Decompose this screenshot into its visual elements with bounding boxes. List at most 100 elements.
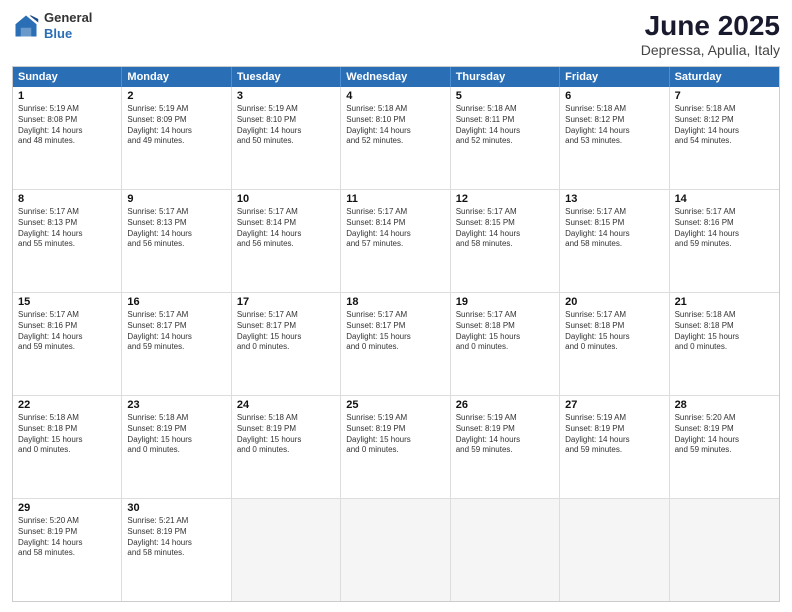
day-number: 30 xyxy=(127,502,225,514)
header-sunday: Sunday xyxy=(13,67,122,87)
day-cell-2: 2Sunrise: 5:19 AMSunset: 8:09 PMDaylight… xyxy=(122,87,231,189)
header-thursday: Thursday xyxy=(451,67,560,87)
cell-line: Sunset: 8:14 PM xyxy=(346,218,444,229)
cell-line: Sunrise: 5:18 AM xyxy=(675,310,774,321)
cell-line: and 58 minutes. xyxy=(18,548,116,559)
cell-line: Sunrise: 5:19 AM xyxy=(346,413,444,424)
day-cell-18: 18Sunrise: 5:17 AMSunset: 8:17 PMDayligh… xyxy=(341,293,450,395)
cell-line: Sunrise: 5:18 AM xyxy=(565,104,663,115)
cell-line: Daylight: 14 hours xyxy=(456,435,554,446)
cell-line: Sunrise: 5:18 AM xyxy=(18,413,116,424)
header: General Blue June 2025 Depressa, Apulia,… xyxy=(12,10,780,58)
day-number: 23 xyxy=(127,399,225,411)
day-cell-12: 12Sunrise: 5:17 AMSunset: 8:15 PMDayligh… xyxy=(451,190,560,292)
day-number: 18 xyxy=(346,296,444,308)
cell-line: and 0 minutes. xyxy=(565,342,663,353)
cell-line: Sunrise: 5:18 AM xyxy=(127,413,225,424)
week-row-4: 22Sunrise: 5:18 AMSunset: 8:18 PMDayligh… xyxy=(13,396,779,499)
cell-line: Daylight: 15 hours xyxy=(18,435,116,446)
day-cell-24: 24Sunrise: 5:18 AMSunset: 8:19 PMDayligh… xyxy=(232,396,341,498)
day-number: 20 xyxy=(565,296,663,308)
day-cell-13: 13Sunrise: 5:17 AMSunset: 8:15 PMDayligh… xyxy=(560,190,669,292)
cell-line: Sunset: 8:14 PM xyxy=(237,218,335,229)
logo-text: General Blue xyxy=(44,10,92,41)
day-number: 28 xyxy=(675,399,774,411)
cell-line: and 56 minutes. xyxy=(127,239,225,250)
cell-line: Sunrise: 5:17 AM xyxy=(346,207,444,218)
cell-line: Daylight: 14 hours xyxy=(346,126,444,137)
calendar-body: 1Sunrise: 5:19 AMSunset: 8:08 PMDaylight… xyxy=(13,87,779,601)
cell-line: and 59 minutes. xyxy=(456,445,554,456)
cell-line: Sunset: 8:16 PM xyxy=(18,321,116,332)
cell-line: and 52 minutes. xyxy=(346,136,444,147)
cell-line: Sunrise: 5:21 AM xyxy=(127,516,225,527)
cell-line: Sunrise: 5:17 AM xyxy=(346,310,444,321)
header-saturday: Saturday xyxy=(670,67,779,87)
day-cell-20: 20Sunrise: 5:17 AMSunset: 8:18 PMDayligh… xyxy=(560,293,669,395)
cell-line: Daylight: 14 hours xyxy=(18,229,116,240)
day-cell-8: 8Sunrise: 5:17 AMSunset: 8:13 PMDaylight… xyxy=(13,190,122,292)
header-friday: Friday xyxy=(560,67,669,87)
cell-line: Sunrise: 5:17 AM xyxy=(127,207,225,218)
day-cell-21: 21Sunrise: 5:18 AMSunset: 8:18 PMDayligh… xyxy=(670,293,779,395)
day-number: 29 xyxy=(18,502,116,514)
day-cell-27: 27Sunrise: 5:19 AMSunset: 8:19 PMDayligh… xyxy=(560,396,669,498)
day-number: 9 xyxy=(127,193,225,205)
day-cell-29: 29Sunrise: 5:20 AMSunset: 8:19 PMDayligh… xyxy=(13,499,122,601)
cell-line: Sunrise: 5:17 AM xyxy=(237,310,335,321)
cell-line: and 59 minutes. xyxy=(675,239,774,250)
cell-line: Sunrise: 5:17 AM xyxy=(675,207,774,218)
day-number: 16 xyxy=(127,296,225,308)
cell-line: Daylight: 14 hours xyxy=(237,126,335,137)
day-number: 26 xyxy=(456,399,554,411)
day-number: 7 xyxy=(675,90,774,102)
cell-line: Sunset: 8:13 PM xyxy=(127,218,225,229)
cell-line: and 0 minutes. xyxy=(675,342,774,353)
cell-line: Daylight: 14 hours xyxy=(127,538,225,549)
cell-line: Sunset: 8:19 PM xyxy=(346,424,444,435)
logo-icon xyxy=(12,12,40,40)
cell-line: and 55 minutes. xyxy=(18,239,116,250)
empty-cell xyxy=(341,499,450,601)
day-cell-5: 5Sunrise: 5:18 AMSunset: 8:11 PMDaylight… xyxy=(451,87,560,189)
calendar: Sunday Monday Tuesday Wednesday Thursday… xyxy=(12,66,780,602)
day-cell-23: 23Sunrise: 5:18 AMSunset: 8:19 PMDayligh… xyxy=(122,396,231,498)
cell-line: Sunset: 8:15 PM xyxy=(456,218,554,229)
cell-line: Sunset: 8:19 PM xyxy=(565,424,663,435)
day-number: 14 xyxy=(675,193,774,205)
day-cell-22: 22Sunrise: 5:18 AMSunset: 8:18 PMDayligh… xyxy=(13,396,122,498)
day-number: 24 xyxy=(237,399,335,411)
day-number: 8 xyxy=(18,193,116,205)
day-number: 11 xyxy=(346,193,444,205)
cell-line: Daylight: 15 hours xyxy=(237,435,335,446)
day-cell-16: 16Sunrise: 5:17 AMSunset: 8:17 PMDayligh… xyxy=(122,293,231,395)
empty-cell xyxy=(670,499,779,601)
empty-cell xyxy=(451,499,560,601)
day-cell-9: 9Sunrise: 5:17 AMSunset: 8:13 PMDaylight… xyxy=(122,190,231,292)
day-cell-25: 25Sunrise: 5:19 AMSunset: 8:19 PMDayligh… xyxy=(341,396,450,498)
cell-line: Sunset: 8:18 PM xyxy=(675,321,774,332)
cell-line: Sunrise: 5:17 AM xyxy=(18,207,116,218)
day-cell-7: 7Sunrise: 5:18 AMSunset: 8:12 PMDaylight… xyxy=(670,87,779,189)
cell-line: Daylight: 14 hours xyxy=(346,229,444,240)
cell-line: Sunrise: 5:19 AM xyxy=(127,104,225,115)
calendar-title: June 2025 xyxy=(641,10,780,42)
header-monday: Monday xyxy=(122,67,231,87)
cell-line: Sunrise: 5:17 AM xyxy=(456,207,554,218)
cell-line: Daylight: 14 hours xyxy=(127,332,225,343)
cell-line: Daylight: 14 hours xyxy=(565,435,663,446)
cell-line: Daylight: 14 hours xyxy=(237,229,335,240)
cell-line: and 59 minutes. xyxy=(565,445,663,456)
cell-line: Sunrise: 5:19 AM xyxy=(456,413,554,424)
cell-line: and 49 minutes. xyxy=(127,136,225,147)
cell-line: Daylight: 14 hours xyxy=(675,435,774,446)
cell-line: Sunset: 8:19 PM xyxy=(127,527,225,538)
logo-line1: General xyxy=(44,10,92,26)
cell-line: Sunset: 8:18 PM xyxy=(456,321,554,332)
day-number: 10 xyxy=(237,193,335,205)
cell-line: Daylight: 14 hours xyxy=(675,229,774,240)
cell-line: Daylight: 15 hours xyxy=(565,332,663,343)
cell-line: and 59 minutes. xyxy=(127,342,225,353)
day-number: 21 xyxy=(675,296,774,308)
cell-line: Daylight: 15 hours xyxy=(346,332,444,343)
